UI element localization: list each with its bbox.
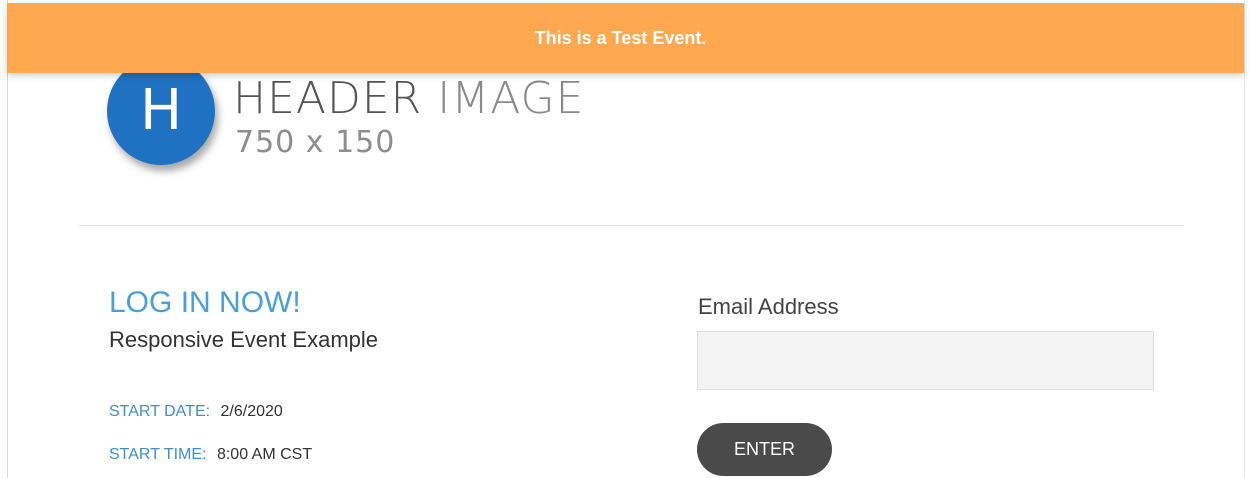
header-logo-icon: H [107,57,215,165]
login-heading: LOG IN NOW! [109,286,301,319]
start-time-label: START TIME: [109,446,207,463]
banner-text: This is a Test Event. [534,27,707,48]
section-divider [79,225,1184,226]
email-address-label: Email Address [698,294,839,319]
start-date-row: START DATE: 2/6/2020 [109,401,283,423]
event-name: Responsive Event Example [109,327,379,352]
start-time-value: 8:00 AM CST [216,446,313,463]
enter-button[interactable]: ENTER [697,423,832,476]
page-frame-right-border [1244,0,1245,478]
start-time-row: START TIME: 8:00 AM CST [109,444,312,466]
header-image-size: 750 x 150 [235,125,396,160]
test-event-banner: This is a Test Event. [7,3,1244,73]
header-title-part1: HEADER [233,73,423,124]
start-date-label: START DATE: [109,403,211,420]
start-date-value: 2/6/2020 [220,403,283,420]
header-image-title: HEADER IMAGE [233,74,584,124]
email-address-field[interactable] [697,331,1154,390]
header-title-part2: IMAGE [437,73,585,124]
